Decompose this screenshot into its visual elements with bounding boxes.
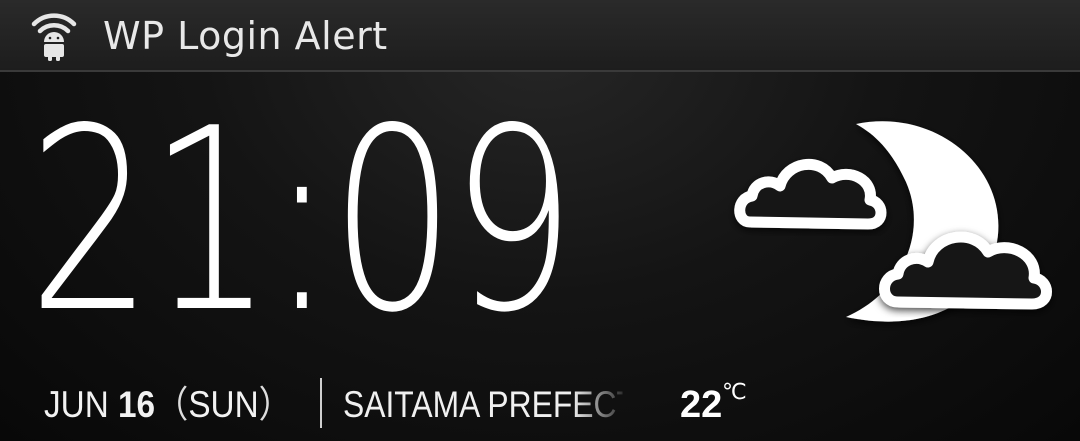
- clock-time[interactable]: 21:09: [28, 92, 576, 352]
- app-title: WP Login Alert: [103, 14, 388, 58]
- date-open-paren: （: [155, 384, 189, 425]
- info-bar: JUN 16（SUN） SAITAMA PREFECTU 22 ℃: [0, 370, 1080, 441]
- date-day: 16: [118, 384, 156, 425]
- temperature-unit: ℃: [722, 380, 747, 405]
- date-month: JUN: [44, 384, 109, 425]
- wifi-android-icon: [31, 13, 77, 61]
- weather-temperature[interactable]: 22: [680, 382, 722, 428]
- date-weekday: SUN: [188, 384, 259, 425]
- notification-bar[interactable]: WP Login Alert: [0, 0, 1080, 72]
- date-label[interactable]: JUN 16（SUN）: [44, 382, 292, 428]
- night-cloudy-icon[interactable]: [728, 112, 1063, 337]
- date-close-paren: ）: [258, 384, 292, 425]
- widget-screen: WP Login Alert 21:09 JUN 16（SUN） SAITAMA…: [0, 0, 1080, 441]
- info-divider: [320, 378, 322, 428]
- weather-location[interactable]: SAITAMA PREFECTU: [343, 382, 623, 428]
